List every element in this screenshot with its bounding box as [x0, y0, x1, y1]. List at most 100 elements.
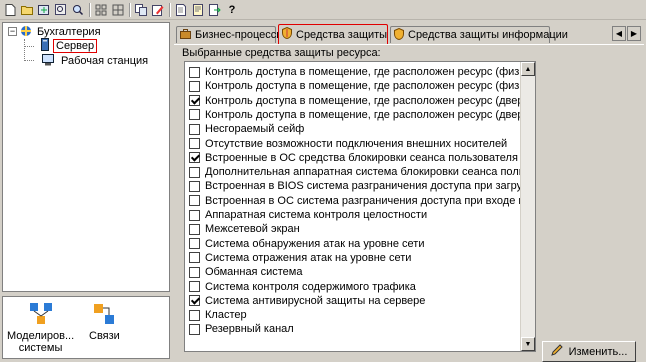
tab-label: Средства защиты [296, 28, 388, 41]
list-item-label: Встроенная в ОС система разграничения до… [205, 194, 523, 207]
find-icon[interactable] [54, 3, 68, 17]
change-button[interactable]: Изменить... [542, 341, 636, 362]
tree-connector [24, 46, 34, 47]
view-modeling-label: Моделиров... системы [7, 330, 75, 354]
list-item[interactable]: Контроль доступа в помещение, где распол… [189, 65, 523, 79]
checkbox[interactable] [189, 166, 200, 178]
checkbox[interactable] [189, 195, 200, 207]
protection-list: Контроль доступа в помещение, где распол… [184, 61, 536, 352]
edit-icon[interactable] [151, 3, 165, 17]
refresh-icon[interactable] [37, 3, 51, 17]
list-item-label: Система обнаружения атак на уровне сети [205, 237, 425, 250]
briefcase-icon [180, 28, 191, 42]
tab-strip: Бизнес-процессы Средства защиты Средства… [174, 24, 646, 44]
list-item[interactable]: Контроль доступа в помещение, где распол… [189, 94, 523, 108]
scroll-down-button[interactable]: ▼ [521, 337, 535, 351]
view-links[interactable]: Связи [89, 301, 120, 342]
list-item[interactable]: Встроенная в ОС система разграничения до… [189, 194, 523, 208]
checkbox[interactable] [189, 95, 200, 107]
checkbox[interactable] [189, 295, 200, 307]
checkbox[interactable] [189, 80, 200, 92]
list-item[interactable]: Встроенные в ОС средства блокировки сеан… [189, 151, 518, 165]
checkbox[interactable] [189, 266, 200, 278]
zoom-icon[interactable] [71, 3, 85, 17]
views-panel: Моделиров... системы Связи [2, 296, 170, 359]
list-item[interactable]: Система контроля содержимого трафика [189, 280, 416, 294]
links-icon [91, 301, 117, 330]
tab-protection-means[interactable]: Средства защиты [278, 24, 388, 44]
protection-list-items: Контроль доступа в помещение, где распол… [185, 62, 523, 351]
toolbar-separator [129, 2, 131, 17]
report-icon[interactable] [191, 3, 205, 17]
copy-icon[interactable] [134, 3, 148, 17]
checkbox[interactable] [189, 252, 200, 264]
list-item-label: Система контроля содержимого трафика [205, 280, 416, 293]
list-item[interactable]: Несгораемый сейф [189, 122, 304, 136]
list-item-label: Контроль доступа в помещение, где распол… [205, 66, 523, 78]
checkbox[interactable] [189, 309, 200, 321]
open-icon[interactable] [20, 3, 34, 17]
scroll-up-button[interactable]: ▲ [521, 62, 535, 76]
list-item[interactable]: Обманная система [189, 265, 302, 279]
tree-root[interactable]: Бухгалтерия [20, 25, 103, 39]
checkbox[interactable] [189, 209, 200, 221]
checkbox[interactable] [189, 238, 200, 250]
list-item-label: Несгораемый сейф [205, 123, 305, 136]
list-item[interactable]: Аппаратная система контроля целостности [189, 208, 427, 222]
page-icon[interactable] [174, 3, 188, 17]
checkbox[interactable] [189, 323, 200, 335]
grid2-icon[interactable] [111, 3, 125, 17]
tree-root-label: Бухгалтерия [37, 26, 101, 38]
tab-scroll-left[interactable]: ◀ [612, 26, 626, 41]
tab-info-protection[interactable]: Средства защиты информации [390, 26, 568, 43]
list-item[interactable]: Контроль доступа в помещение, где распол… [189, 108, 523, 122]
network-icon [20, 25, 32, 40]
help-icon[interactable]: ? [225, 3, 239, 17]
checkbox[interactable] [189, 123, 200, 135]
tab-business-processes[interactable]: Бизнес-процессы [176, 26, 284, 43]
toolbar-separator [169, 2, 171, 17]
list-item[interactable]: Встроенная в BIOS система разграничения … [189, 179, 523, 193]
list-item[interactable]: Система антивирусной защиты на сервере [189, 294, 425, 308]
view-modeling[interactable]: Моделиров... системы [7, 301, 74, 354]
collapse-toggle[interactable]: − [8, 27, 17, 36]
list-item-label: Аппаратная система контроля целостности [205, 209, 428, 221]
resource-tree: − Бухгалтерия Сервер Рабочая станция [2, 22, 170, 292]
list-item-label: Контроль доступа в помещение, где распол… [205, 94, 523, 107]
list-item-label: Контроль доступа в помещение, где распол… [205, 80, 523, 93]
list-item[interactable]: Дополнительная аппаратная система блокир… [189, 165, 523, 179]
list-item-label: Дополнительная аппаратная система блокир… [205, 166, 523, 179]
list-item-label: Встроенная в BIOS система разграничения … [205, 180, 523, 193]
new-icon[interactable] [3, 3, 17, 17]
app-window: ? − Бухгалтерия Сервер Рабочая станция М… [0, 0, 646, 362]
list-item-label: Встроенные в ОС средства блокировки сеан… [205, 151, 518, 164]
tab-label: Средства защиты информации [408, 29, 568, 41]
tree-item-server[interactable]: Сервер [40, 38, 98, 53]
list-item[interactable]: Система обнаружения атак на уровне сети [189, 237, 424, 251]
list-item[interactable]: Межсетевой экран [189, 222, 300, 236]
vertical-scrollbar[interactable]: ▲ ▼ [520, 62, 535, 351]
checkbox[interactable] [189, 109, 200, 121]
checkbox[interactable] [189, 66, 200, 78]
list-item[interactable]: Кластер [189, 308, 247, 322]
list-item[interactable]: Резервный канал [189, 322, 294, 336]
tree-item-workstation[interactable]: Рабочая станция [42, 53, 150, 68]
tab-scroll-right[interactable]: ▶ [627, 26, 641, 41]
checkbox[interactable] [189, 152, 200, 164]
list-item-label: Контроль доступа в помещение, где распол… [205, 108, 523, 121]
list-item-label: Система отражения атак на уровне сети [205, 251, 412, 264]
export-icon[interactable] [208, 3, 222, 17]
checkbox[interactable] [189, 281, 200, 292]
list-item-label: Межсетевой экран [205, 223, 300, 236]
modeling-icon [28, 301, 54, 330]
list-item[interactable]: Контроль доступа в помещение, где распол… [189, 79, 523, 93]
checkbox[interactable] [189, 138, 200, 149]
grid-icon[interactable] [94, 3, 108, 17]
list-item[interactable]: Отсутствие возможности подключения внешн… [189, 137, 507, 151]
tree-connector [24, 60, 34, 61]
checkbox[interactable] [189, 180, 200, 192]
checkbox[interactable] [189, 223, 200, 235]
list-item[interactable]: Система отражения атак на уровне сети [189, 251, 411, 265]
toolbar-separator [89, 2, 91, 17]
tree-item-label: Сервер [53, 39, 98, 53]
